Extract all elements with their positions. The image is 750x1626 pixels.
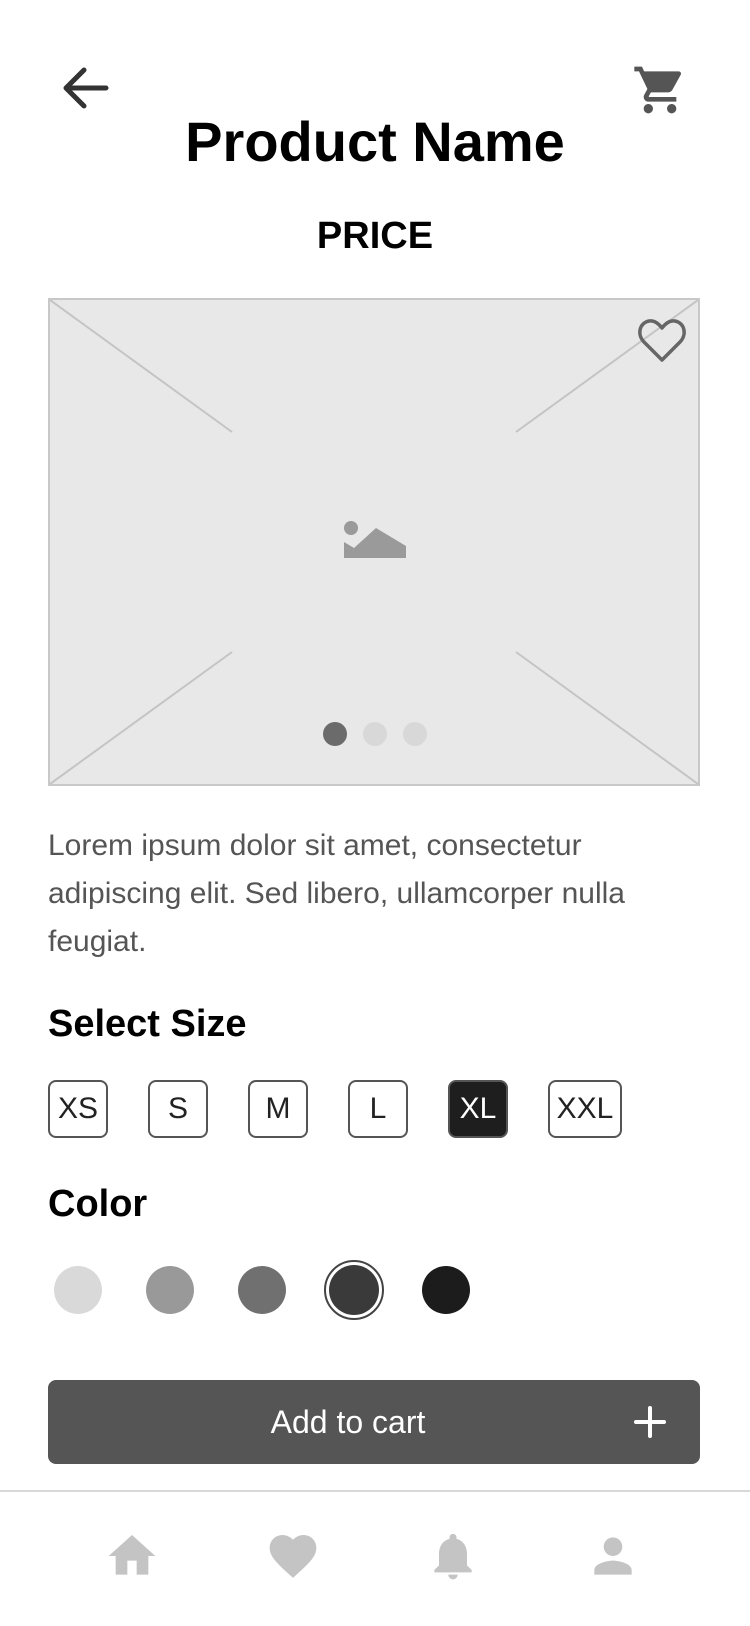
size-option-m[interactable]: M [248,1080,308,1138]
size-option-l[interactable]: L [348,1080,408,1138]
heart-outline-icon [638,319,686,362]
nav-home[interactable] [104,1528,160,1584]
size-option-s[interactable]: S [148,1080,208,1138]
size-option-xl[interactable]: XL [448,1080,508,1138]
carousel-dot-2[interactable] [363,722,387,746]
nav-notifications[interactable] [425,1528,481,1584]
plus-icon [634,1406,666,1438]
bell-icon [434,1533,472,1580]
favorite-button[interactable] [636,316,688,364]
color-swatch-3[interactable] [238,1266,286,1314]
color-swatch-4-fill [329,1265,379,1315]
nav-favorites[interactable] [265,1528,321,1584]
add-to-cart-button[interactable]: Add to cart [48,1380,700,1464]
add-to-cart-label: Add to cart [270,1404,426,1440]
color-swatch-2[interactable] [146,1266,194,1314]
nav-profile[interactable] [585,1528,641,1584]
carousel-dot-3[interactable] [403,722,427,746]
product-price: PRICE [316,215,434,257]
color-swatch-5[interactable] [422,1266,470,1314]
image-icon [344,521,406,558]
bottom-navigation [0,1490,750,1626]
carousel-dot-1[interactable] [323,722,347,746]
size-option-xxl[interactable]: XXL [548,1080,622,1138]
size-section-title: Select Size [48,1003,247,1045]
size-option-xs[interactable]: XS [48,1080,108,1138]
color-swatch-1[interactable] [54,1266,102,1314]
color-section-title: Color [48,1183,148,1225]
product-title: Product Name [185,110,565,173]
color-swatch-4-selected[interactable] [324,1260,384,1320]
user-icon [594,1537,632,1575]
heart-icon [269,1535,317,1578]
home-icon [108,1535,156,1575]
product-description: Lorem ipsum dolor sit amet, consectetur … [48,829,625,958]
